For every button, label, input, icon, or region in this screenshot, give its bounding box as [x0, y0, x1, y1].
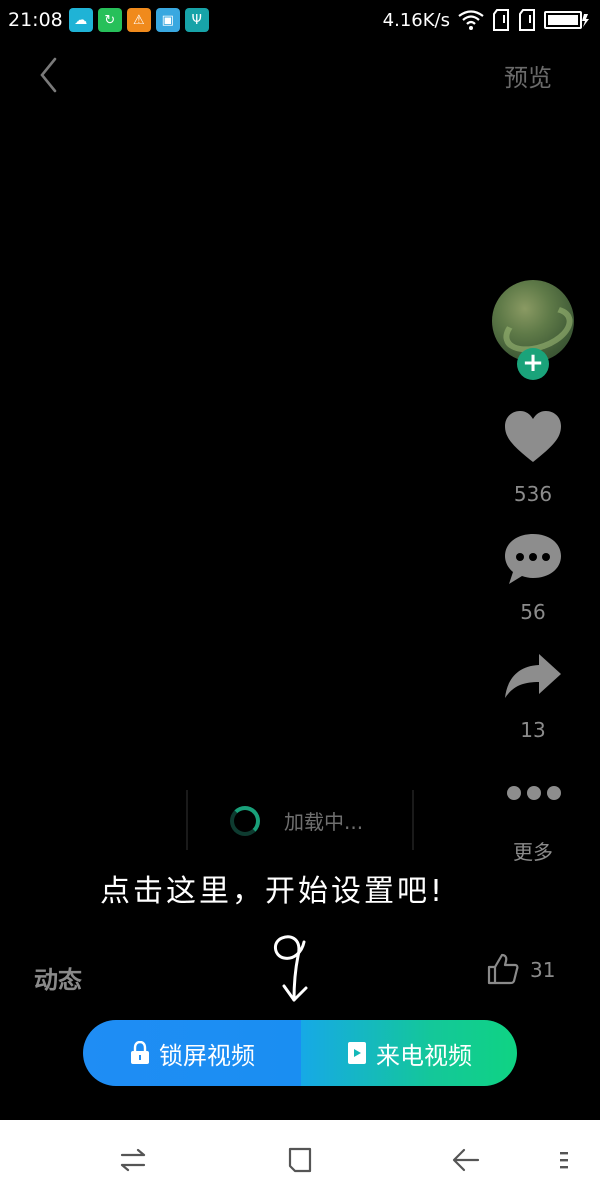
lock-screen-video-label: 锁屏视频	[159, 1041, 255, 1070]
incoming-call-video-label: 来电视频	[376, 1041, 472, 1070]
incoming-call-video-button[interactable]: 来电视频	[301, 1020, 517, 1086]
share-count: 13	[520, 718, 546, 742]
heart-icon[interactable]	[501, 408, 565, 468]
sim-2-icon	[519, 9, 535, 31]
back-arrow-icon[interactable]	[448, 1142, 484, 1178]
chevron-left-icon[interactable]	[30, 55, 70, 95]
like-count: 536	[513, 482, 553, 506]
video-file-icon	[348, 1042, 366, 1064]
more-icon[interactable]	[507, 786, 561, 802]
setup-tip: 点击这里，开始设置吧!	[100, 874, 446, 909]
thumbs-up-icon[interactable]	[486, 952, 520, 986]
preview-button[interactable]: 预览	[504, 58, 552, 93]
app-notification-icon: ☁	[68, 8, 93, 32]
status-bar: 21:08 ☁ ↻ ⚠ ▣ Ψ 4.16K/s	[0, 0, 600, 40]
usb-notification-icon: Ψ	[184, 8, 209, 32]
comment-count: 56	[520, 600, 546, 624]
wifi-icon	[458, 10, 484, 30]
follow-plus-icon[interactable]: +	[517, 348, 549, 380]
video-type-selector: 锁屏视频 来电视频	[83, 1020, 517, 1086]
loading-indicator: 加载中...	[186, 790, 414, 850]
gallery-notification-icon: ▣	[155, 8, 180, 32]
battery-charging-icon	[544, 11, 589, 29]
home-square-icon[interactable]	[282, 1142, 318, 1178]
sync-notification-icon: ↻	[97, 8, 122, 32]
thumb-count: 31	[530, 958, 556, 982]
menu-icon[interactable]	[552, 1142, 576, 1178]
warning-notification-icon: ⚠	[126, 8, 151, 32]
loading-text: 加载中...	[284, 810, 364, 834]
dynamic-label[interactable]: 动态	[34, 960, 82, 995]
switch-icon[interactable]	[115, 1142, 151, 1178]
hand-drawn-arrow-icon	[274, 935, 308, 1002]
more-label[interactable]: 更多	[493, 836, 573, 865]
loading-spinner-icon	[230, 806, 260, 836]
network-speed: 4.16K/s	[382, 9, 450, 31]
status-time: 21:08	[8, 9, 63, 31]
comment-icon[interactable]	[501, 530, 565, 590]
sim-1-icon	[493, 9, 509, 31]
lock-icon	[131, 1041, 149, 1064]
lock-screen-video-button[interactable]: 锁屏视频	[83, 1020, 301, 1086]
share-icon[interactable]	[501, 648, 565, 708]
status-right: 4.16K/s	[383, 0, 590, 40]
